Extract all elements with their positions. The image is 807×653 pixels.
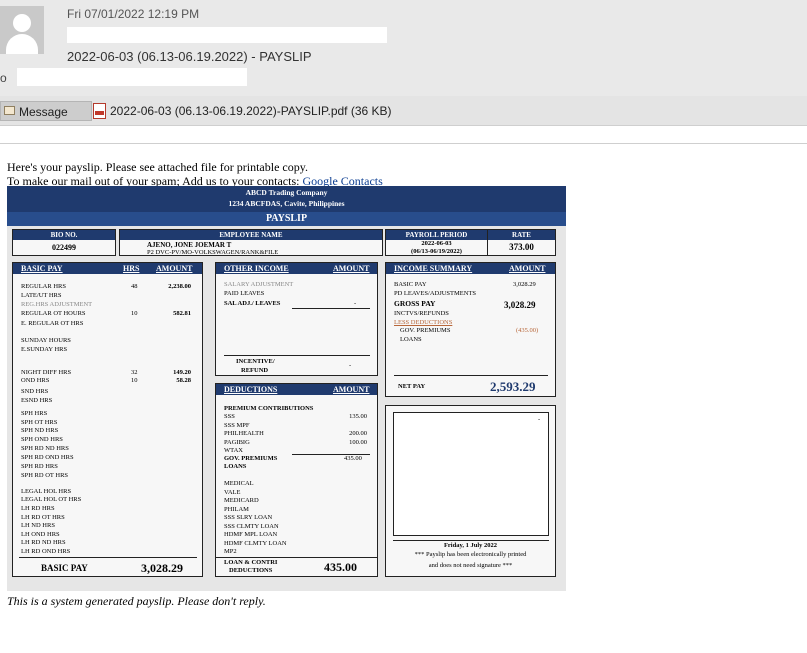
email-header: Fri 07/01/2022 12:19 PM 2022-06-03 (06.1… bbox=[0, 0, 807, 96]
payslip-image: ABCD Trading Company 1234 ABCFDAS, Cavit… bbox=[7, 186, 566, 591]
rate: 373.00 bbox=[509, 242, 534, 252]
basic-row-label: LH ND HRS bbox=[21, 522, 55, 529]
envelope-icon bbox=[4, 106, 15, 115]
basic-row-label: SPH ND HRS bbox=[21, 427, 59, 434]
system-footer: This is a system generated payslip. Plea… bbox=[7, 594, 266, 608]
basic-row-hrs: 32 bbox=[131, 369, 138, 376]
basic-row-label: LH RD HRS bbox=[21, 505, 55, 512]
basic-row-hrs: 10 bbox=[131, 377, 138, 384]
deduction-row-label: SSS MPF bbox=[224, 421, 250, 429]
bio-no: 022499 bbox=[52, 243, 76, 252]
redacted-recipient bbox=[17, 68, 247, 86]
loan-row-label: SSS SLRY LOAN bbox=[224, 514, 273, 521]
basic-row-label: LEGAL HOL OT HRS bbox=[21, 496, 82, 503]
divider bbox=[0, 143, 807, 144]
payslip-title: PAYSLIP bbox=[7, 212, 566, 226]
company-address: 1234 ABCFDAS, Cavite, Philippines bbox=[228, 199, 345, 208]
basic-row-label: E.SUNDAY HRS bbox=[21, 346, 68, 353]
bio-no-box: BIO NO. 022499 bbox=[12, 229, 116, 256]
other-income-box: OTHER INCOME AMOUNT SALARY ADJUSTMENT PA… bbox=[215, 262, 378, 376]
basic-row-label: REGULAR HRS bbox=[21, 283, 66, 290]
loan-row-label: HDMF MPL LOAN bbox=[224, 531, 278, 538]
basic-row-hrs: 10 bbox=[131, 310, 138, 317]
deductions-box: DEDUCTIONS AMOUNT PREMIUM CONTRIBUTIONS … bbox=[215, 383, 378, 577]
signature-area bbox=[393, 412, 549, 536]
basic-pay-box: BASIC PAY HRS AMOUNT BASIC PAY 3,028.29 … bbox=[12, 262, 203, 577]
basic-row-amount: 149.20 bbox=[173, 369, 191, 376]
employee-info: P2 DVC-PV/MO-VOLKSWAGEN/RANK&FILE bbox=[147, 249, 279, 256]
basic-row-label: SPH RD ND HRS bbox=[21, 445, 69, 452]
body-line-1: Here's your payslip. Please see attached… bbox=[7, 160, 308, 174]
income-summary-box: INCOME SUMMARY AMOUNT BASIC PAY 3,028.29… bbox=[385, 262, 556, 397]
basic-row-label: OND HRS bbox=[21, 377, 50, 384]
period-date: 2022-06-03 bbox=[421, 240, 452, 247]
message-tab[interactable]: Message bbox=[0, 101, 92, 121]
basic-row-label: LH RD OND HRS bbox=[21, 548, 71, 555]
basic-row-label: SPH RD OND HRS bbox=[21, 454, 74, 461]
basic-row-label: REG.HRS ADJUSTMENT bbox=[21, 301, 93, 308]
loan-row-label: PHILAM bbox=[224, 505, 249, 513]
basic-row-label: REGULAR OT HOURS bbox=[21, 310, 86, 317]
basic-row-label: LH RD ND HRS bbox=[21, 539, 66, 546]
basic-row-label: ESND HRS bbox=[21, 397, 53, 404]
deduction-row-amount: 135.00 bbox=[349, 413, 367, 420]
basic-row-label: SND HRS bbox=[21, 388, 49, 395]
basic-total: 3,028.29 bbox=[141, 561, 183, 575]
basic-row-label: LATE/UT HRS bbox=[21, 292, 62, 299]
attachment-link[interactable]: 2022-06-03 (06.13-06.19.2022)-PAYSLIP.pd… bbox=[110, 104, 392, 118]
basic-row-label: SPH HRS bbox=[21, 410, 48, 417]
basic-row-amount: 58.28 bbox=[176, 377, 191, 384]
basic-row-label: LH RD OT HRS bbox=[21, 514, 65, 521]
loan-row-label: HDMF CLMTY LOAN bbox=[224, 539, 287, 547]
basic-row-amount: 2,238.00 bbox=[168, 283, 191, 290]
deductions-total: 435.00 bbox=[324, 560, 357, 574]
to-label: o bbox=[0, 71, 7, 85]
period-range: (06/13-06/19/2022) bbox=[411, 248, 462, 255]
basic-row-label: LEGAL HOL HRS bbox=[21, 488, 72, 495]
pdf-icon[interactable] bbox=[93, 103, 106, 119]
avatar bbox=[0, 6, 44, 54]
loan-row-label: MEDICAL bbox=[224, 480, 254, 487]
loan-row-label: MP2 bbox=[224, 548, 237, 555]
basic-row-label: LH OND HRS bbox=[21, 531, 60, 538]
basic-row-label: SPH OND HRS bbox=[21, 436, 63, 443]
payslip-title-bar: ABCD Trading Company 1234 ABCFDAS, Cavit… bbox=[7, 186, 566, 226]
employee-box: EMPLOYEE NAME AJENO, JONE JOEMAR T P2 DV… bbox=[119, 229, 383, 256]
net-pay: 2,593.29 bbox=[490, 379, 536, 394]
employee-name: AJENO, JONE JOEMAR T bbox=[147, 241, 232, 249]
gross-pay: 3,028.29 bbox=[504, 300, 536, 310]
basic-row-amount: 582.81 bbox=[173, 310, 191, 317]
net-pay-label: NET PAY bbox=[398, 383, 426, 390]
deduction-row-label: PAGIBIG bbox=[224, 438, 250, 446]
basic-row-label: SPH RD OT HRS bbox=[21, 472, 69, 479]
loan-row-label: SSS CLMTY LOAN bbox=[224, 522, 279, 530]
deduction-row-label: WTAX bbox=[224, 447, 243, 454]
loan-row-label: VALE bbox=[224, 488, 241, 496]
company-name: ABCD Trading Company bbox=[245, 188, 328, 197]
deduction-row-label: PHILHEALTH bbox=[224, 430, 264, 437]
deduction-row-label: SSS bbox=[224, 413, 235, 420]
basic-row-label: SUNDAY HOURS bbox=[21, 337, 71, 344]
basic-total-label: BASIC PAY bbox=[41, 563, 88, 573]
signature-box: - Friday, 1 July 2022 *** Payslip has be… bbox=[385, 405, 556, 577]
basic-row-hrs: 48 bbox=[131, 283, 138, 290]
email-subject: 2022-06-03 (06.13-06.19.2022) - PAYSLIP bbox=[67, 49, 312, 64]
redacted-sender bbox=[67, 27, 387, 43]
loan-row-label: MEDICARD bbox=[224, 497, 259, 504]
email-datetime: Fri 07/01/2022 12:19 PM bbox=[67, 7, 200, 21]
sign-date: Friday, 1 July 2022 bbox=[443, 542, 498, 549]
period-box: PAYROLL PERIOD RATE 2022-06-03 (06/13-06… bbox=[385, 229, 556, 256]
basic-row-label: SPH OT HRS bbox=[21, 419, 58, 426]
deduction-row-amount: 100.00 bbox=[349, 438, 367, 446]
basic-row-label: SPH RD HRS bbox=[21, 463, 58, 470]
basic-row-label: NIGHT DIFF HRS bbox=[21, 369, 72, 376]
basic-row-label: E. REGULAR OT HRS bbox=[21, 320, 84, 327]
deduction-row-amount: 200.00 bbox=[349, 430, 367, 437]
